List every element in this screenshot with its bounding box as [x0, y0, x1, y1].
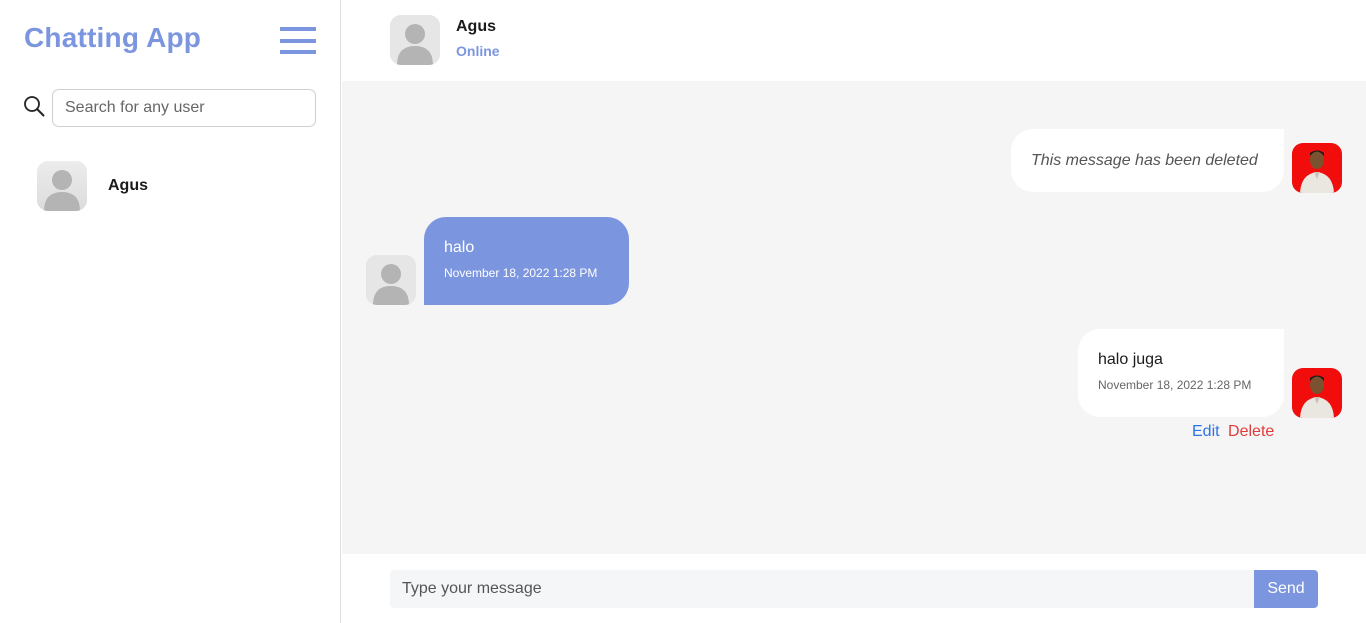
- sidebar: Chatting App Agus: [0, 0, 341, 623]
- edit-message-link[interactable]: Edit: [1192, 423, 1220, 440]
- message-timestamp: November 18, 2022 1:28 PM: [444, 266, 598, 280]
- message-text: halo juga: [1098, 351, 1163, 368]
- message-actions: Edit Delete: [1192, 423, 1274, 441]
- send-button[interactable]: Send: [1254, 570, 1318, 608]
- app-title: Chatting App: [24, 22, 202, 53]
- message-bubble-received: halo November 18, 2022 1:28 PM: [424, 217, 629, 305]
- message-bubble-deleted: This message has been deleted: [1011, 129, 1284, 192]
- my-avatar: [1292, 368, 1342, 418]
- hamburger-menu-icon[interactable]: [280, 27, 316, 54]
- message-bubble-sent: halo juga November 18, 2022 1:28 PM: [1078, 329, 1284, 417]
- message-input[interactable]: [390, 570, 1254, 608]
- chat-header: Agus Online: [342, 0, 1366, 81]
- contact-name: Agus: [456, 18, 496, 35]
- message-timestamp: November 18, 2022 1:28 PM: [1098, 378, 1252, 392]
- message-text: halo: [444, 239, 475, 256]
- user-avatar: [37, 161, 87, 211]
- delete-message-link[interactable]: Delete: [1228, 423, 1274, 440]
- message-list: This message has been deleted halo Novem…: [342, 81, 1366, 554]
- message-text: This message has been deleted: [1031, 152, 1258, 169]
- user-name: Agus: [108, 177, 148, 194]
- search-icon: [24, 96, 45, 117]
- contact-avatar: [366, 255, 416, 305]
- contact-status: Online: [456, 43, 500, 59]
- message-composer: Send: [342, 554, 1366, 623]
- user-list-item[interactable]: Agus: [37, 161, 317, 211]
- search-input[interactable]: [52, 89, 316, 127]
- contact-avatar: [390, 15, 440, 65]
- my-avatar: [1292, 143, 1342, 193]
